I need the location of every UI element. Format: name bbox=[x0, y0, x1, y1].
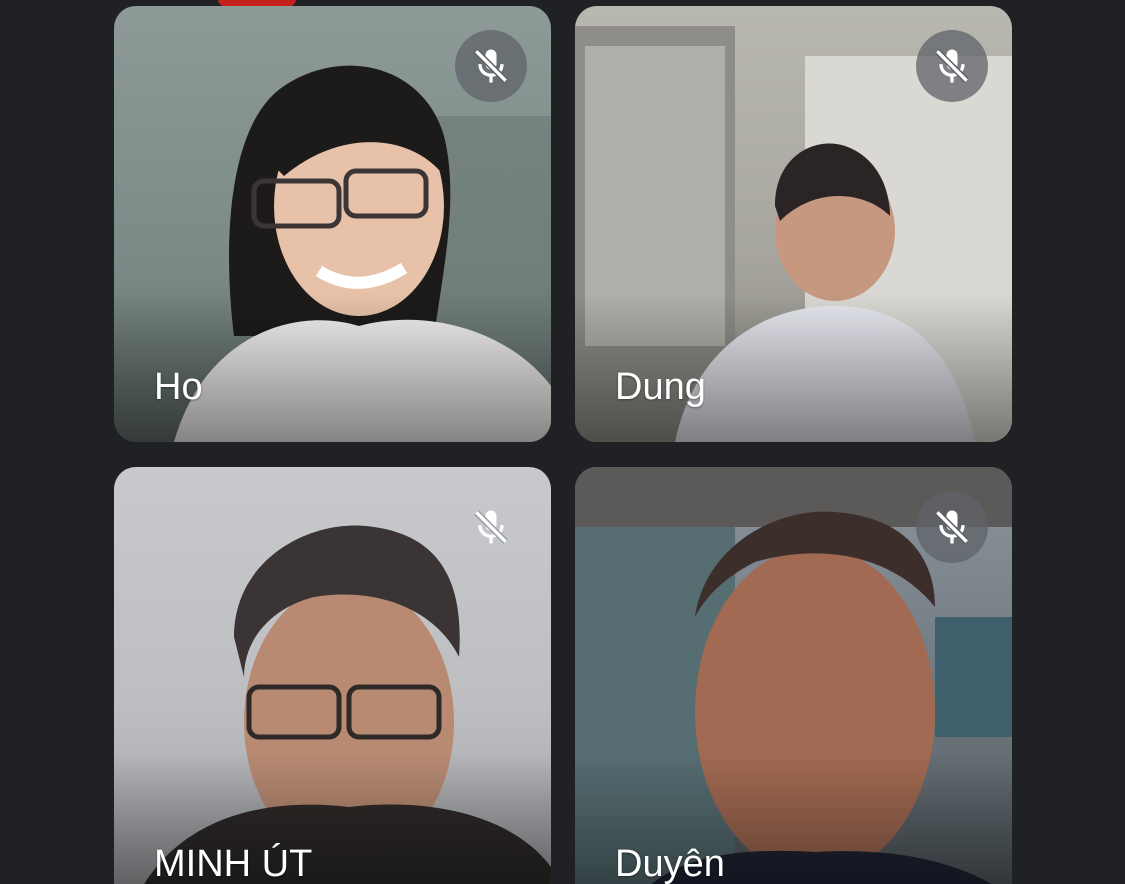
participant-tile[interactable]: Ho bbox=[114, 6, 551, 442]
mic-off-icon bbox=[935, 510, 969, 544]
mic-off-button[interactable] bbox=[455, 30, 527, 102]
participant-tile[interactable]: MINH ÚT bbox=[114, 467, 551, 884]
mic-off-button[interactable] bbox=[455, 491, 527, 563]
participant-tile[interactable]: Dung bbox=[575, 6, 1012, 442]
participant-tile[interactable]: Duyên bbox=[575, 467, 1012, 884]
mic-off-icon bbox=[474, 510, 508, 544]
participant-name: MINH ÚT bbox=[154, 843, 313, 884]
meeting-grid: Ho Dung MINH ÚT Duyên bbox=[0, 0, 1125, 884]
mic-off-button[interactable] bbox=[916, 491, 988, 563]
mic-off-icon bbox=[474, 49, 508, 83]
participant-name: Ho bbox=[154, 366, 203, 408]
mic-off-icon bbox=[935, 49, 969, 83]
participant-name: Dung bbox=[615, 366, 706, 408]
participant-name: Duyên bbox=[615, 843, 725, 884]
mic-off-button[interactable] bbox=[916, 30, 988, 102]
